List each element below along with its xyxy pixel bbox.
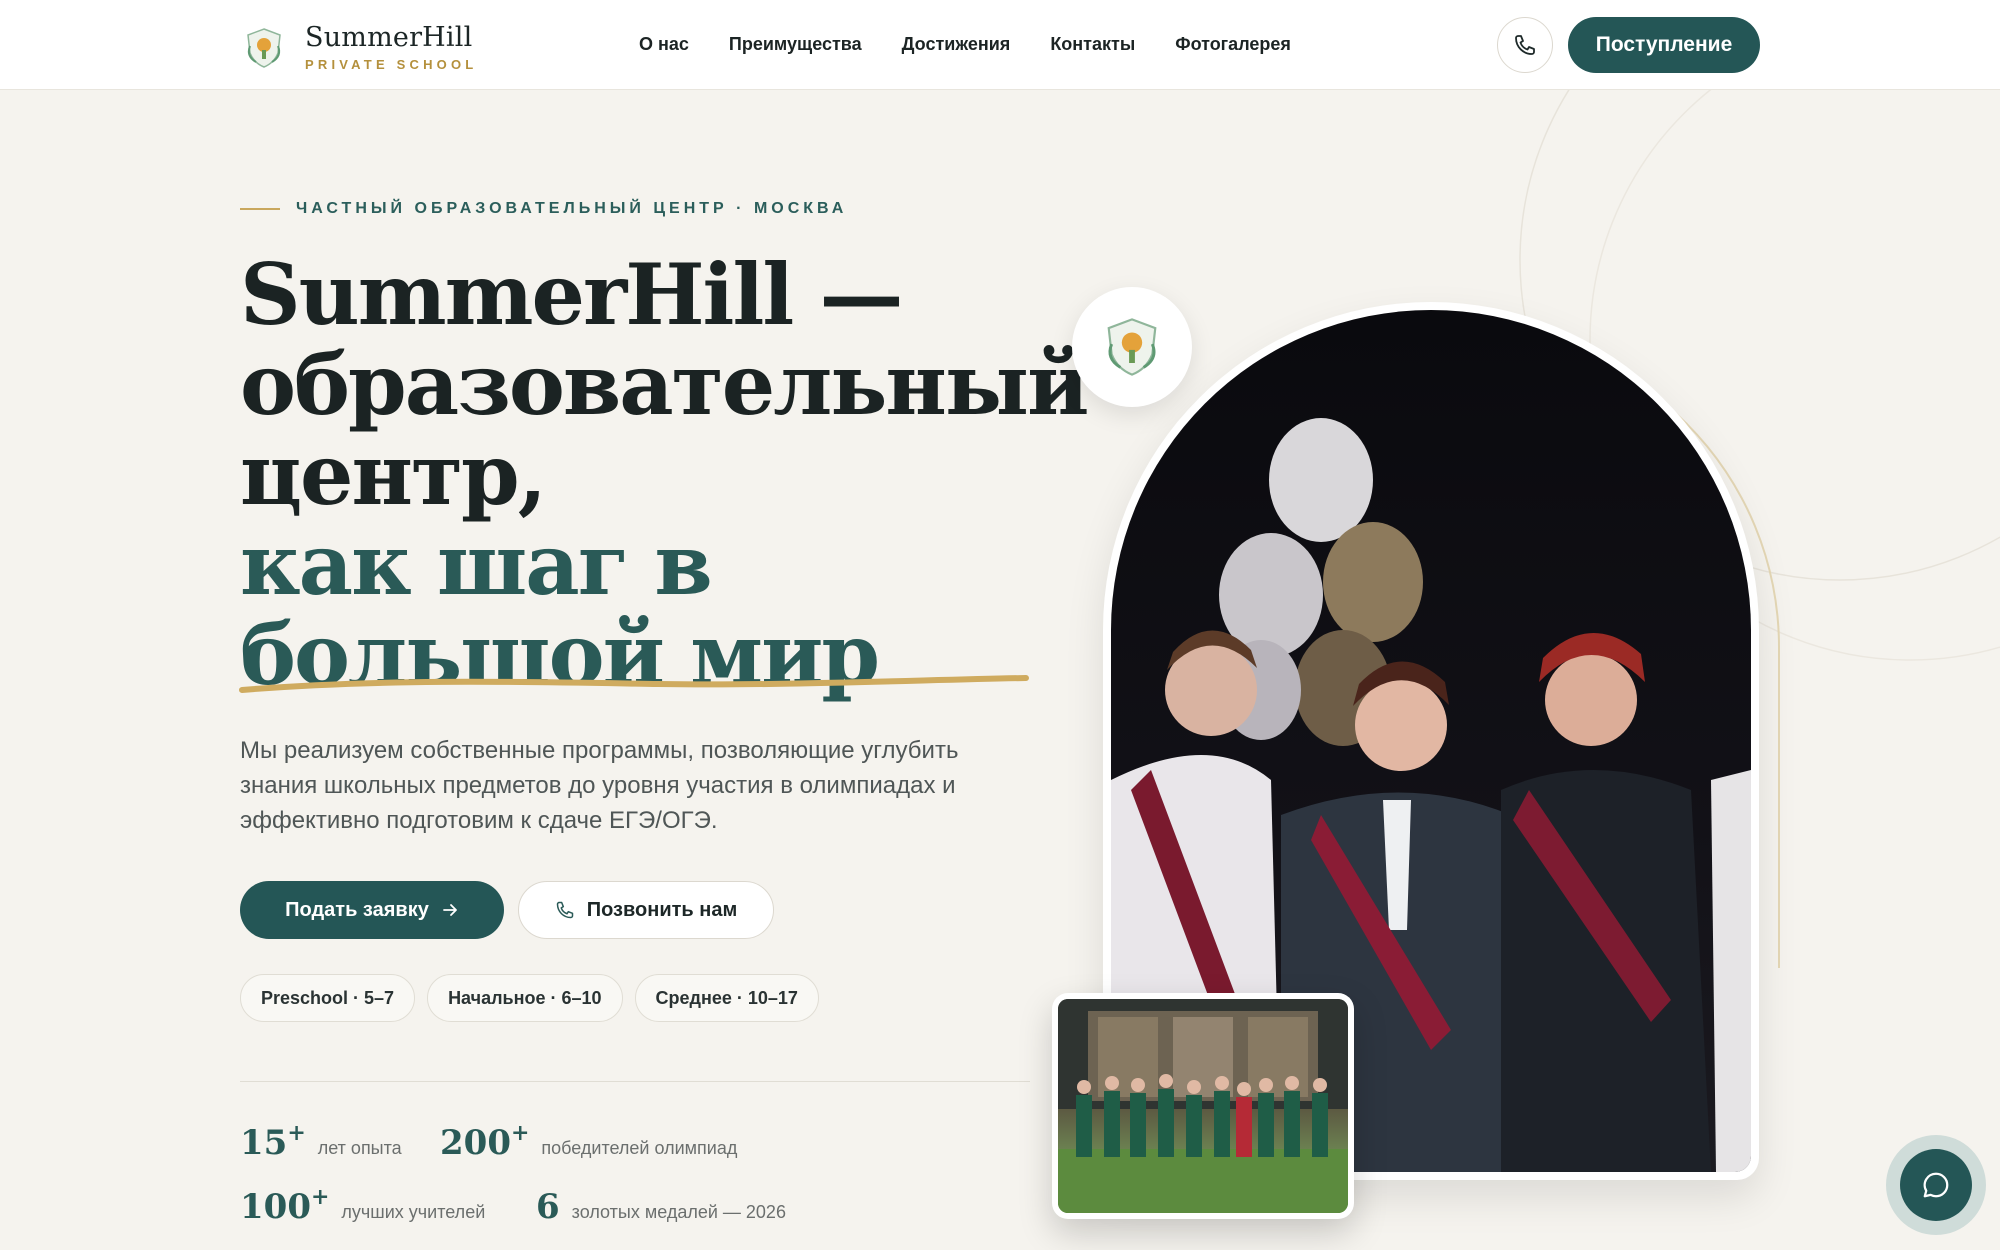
school-badge: [1072, 287, 1192, 407]
stat-value: 15+: [240, 1120, 306, 1163]
headline-line-2: образовательный: [240, 335, 1089, 434]
brand-logo[interactable]: SummerHill PRIVATE SCHOOL: [242, 22, 492, 72]
stats-block: 15+ лет опыта 200+ победителей олимпиад …: [240, 1120, 1040, 1240]
nav-item-advantages[interactable]: Преимущества: [729, 34, 862, 58]
site-header: SummerHill PRIVATE SCHOOL О нас Преимуще…: [0, 0, 2000, 90]
chat-widget-button[interactable]: [1886, 1135, 1986, 1235]
stat-experience: 15+ лет опыта: [240, 1120, 402, 1163]
nav-item-contacts[interactable]: Контакты: [1050, 34, 1135, 58]
brand-subtitle: PRIVATE SCHOOL: [305, 57, 478, 72]
stat-value: 6: [536, 1187, 560, 1227]
stat-label: золотых медалей — 2026: [571, 1202, 786, 1222]
apply-button-label: Подать заявку: [285, 898, 429, 921]
group-illustration: [1058, 999, 1348, 1213]
chat-bubble-icon: [1923, 1172, 1949, 1198]
apply-button[interactable]: Подать заявку: [240, 881, 504, 939]
chip-primary[interactable]: Начальное · 6–10: [427, 974, 623, 1022]
hero-description: Мы реализуем собственные программы, позв…: [240, 737, 959, 834]
headline-line-1: SummerHill —: [240, 245, 904, 344]
hero-eyebrow: ЧАСТНЫЙ ОБРАЗОВАТЕЛЬНЫЙ ЦЕНТР · МОСКВА: [240, 200, 847, 218]
eyebrow-text: ЧАСТНЫЙ ОБРАЗОВАТЕЛЬНЫЙ ЦЕНТР · МОСКВА: [296, 200, 848, 217]
chip-preschool[interactable]: Preschool · 5–7: [240, 974, 416, 1022]
stat-gold-medals: 6 золотых медалей — 2026: [536, 1184, 786, 1227]
chat-widget-core: [1900, 1149, 1972, 1221]
eyebrow-line: [240, 208, 280, 210]
group-photo-frame: [1058, 999, 1348, 1213]
program-chips: Preschool · 5–7 Начальное · 6–10 Среднее…: [240, 974, 819, 1022]
hero-headline: SummerHill — образовательный центр, как …: [240, 245, 1089, 700]
brand-name: SummerHill: [305, 22, 473, 53]
arrow-right-icon: [442, 904, 457, 916]
stat-value: 200+: [440, 1120, 530, 1163]
phone-icon: [1515, 35, 1535, 55]
stat-value: 100+: [240, 1184, 330, 1227]
school-emblem-icon: [247, 28, 281, 68]
stat-olympiad-winners: 200+ победителей олимпиад: [440, 1120, 737, 1163]
nav-item-achievements[interactable]: Достижения: [902, 34, 1011, 58]
call-us-button[interactable]: Позвонить нам: [518, 881, 774, 939]
stat-teachers: 100+ лучших учителей: [240, 1184, 485, 1227]
stat-label: победителей олимпиад: [541, 1138, 738, 1158]
headline-underline: [239, 675, 1029, 693]
headline-line-3: центр,: [240, 425, 547, 524]
hero-photo-group: [1052, 993, 1354, 1219]
main-nav: О нас Преимущества Достижения Контакты Ф…: [639, 34, 1291, 58]
admission-button[interactable]: Поступление: [1568, 17, 1760, 73]
nav-item-gallery[interactable]: Фотогалерея: [1175, 34, 1291, 58]
phone-icon: [556, 901, 573, 919]
school-emblem-icon: [1107, 318, 1157, 376]
call-us-label: Позвонить нам: [586, 898, 738, 921]
headline-accent-line-1: как шаг в: [240, 515, 713, 614]
chip-secondary[interactable]: Среднее · 10–17: [634, 974, 819, 1022]
stat-label: лет опыта: [317, 1138, 402, 1158]
phone-button[interactable]: [1497, 17, 1553, 73]
nav-item-about[interactable]: О нас: [639, 34, 689, 58]
stats-divider: [240, 1081, 1030, 1082]
stat-label: лучших учителей: [341, 1202, 486, 1222]
